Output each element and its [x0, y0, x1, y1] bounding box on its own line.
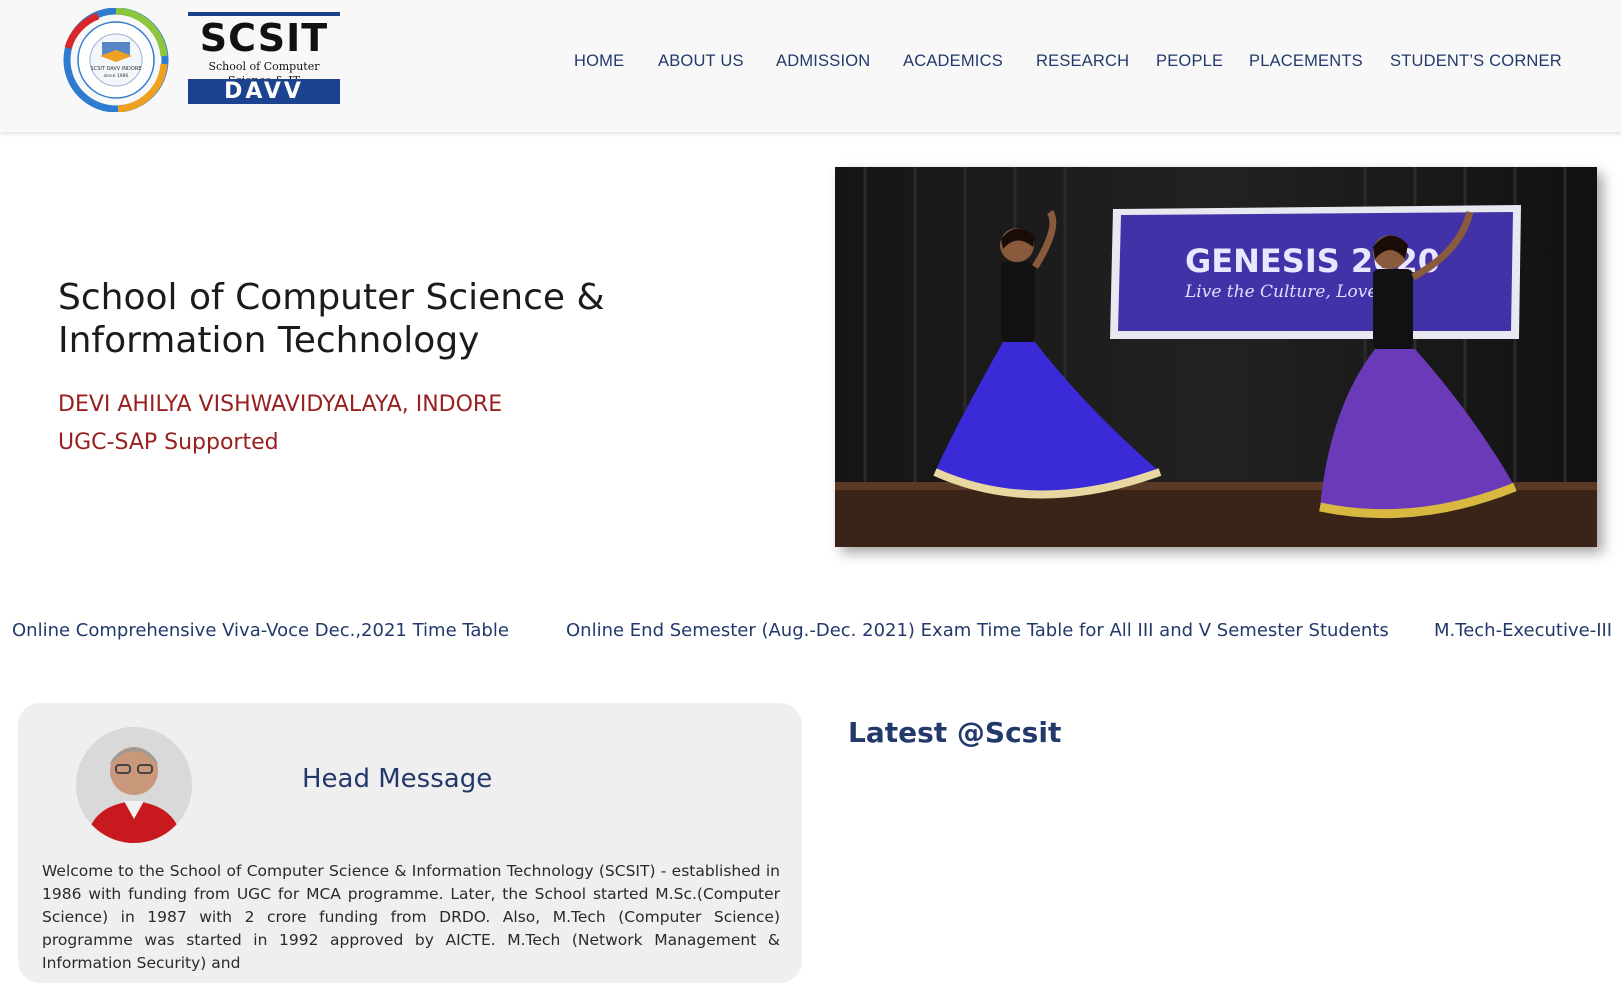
nav-academics[interactable]: ACADEMICS	[903, 52, 1003, 71]
hero-slideshow-photo: GENESIS 2020 Live the Culture, Love...	[835, 167, 1597, 547]
logo-davv-badge: DAVV	[188, 79, 340, 104]
nav-people[interactable]: PEOPLE	[1156, 52, 1223, 71]
hero-university: DEVI AHILYA VISHWAVIDYALAYA, INDORE	[58, 392, 503, 417]
head-message-text: Welcome to the School of Computer Scienc…	[42, 862, 780, 972]
nav-students-corner[interactable]: STUDENT’S CORNER	[1390, 52, 1562, 71]
scsit-wordmark-logo[interactable]: SCSIT School of Computer Science & IT DA…	[188, 12, 340, 104]
nav-admission[interactable]: ADMISSION	[776, 52, 870, 71]
site-header: SCSIT DAVV INDORE since 1986 SCSIT Schoo…	[0, 0, 1622, 132]
svg-text:since 1986: since 1986	[104, 73, 129, 79]
banner-tagline-text: Live the Culture, Love...	[1184, 282, 1394, 302]
latest-scsit-title: Latest @Scsit	[848, 716, 1062, 749]
svg-text:SCSIT DAVV INDORE: SCSIT DAVV INDORE	[91, 66, 142, 72]
ticker-item-viva-voce[interactable]: Online Comprehensive Viva-Voce Dec.,2021…	[12, 620, 509, 641]
circle-logo-graphic: SCSIT DAVV INDORE since 1986	[63, 7, 169, 113]
stage-dance-photo: GENESIS 2020 Live the Culture, Love...	[835, 167, 1597, 547]
head-portrait	[76, 727, 192, 843]
head-message-title: Head Message	[302, 764, 493, 794]
nav-about-us[interactable]: ABOUT US	[658, 52, 744, 71]
nav-placements[interactable]: PLACEMENTS	[1249, 52, 1363, 71]
ticker-item-end-semester[interactable]: Online End Semester (Aug.-Dec. 2021) Exa…	[566, 620, 1389, 641]
nav-research[interactable]: RESEARCH	[1036, 52, 1129, 71]
ticker-item-mtech-executive[interactable]: M.Tech-Executive-III	[1434, 620, 1612, 641]
scsit-circle-logo[interactable]: SCSIT DAVV INDORE since 1986	[58, 7, 178, 113]
nav-home[interactable]: HOME	[574, 52, 624, 71]
logo-wordmark: SCSIT	[199, 16, 329, 60]
hero-title: School of Computer Science & Information…	[58, 277, 605, 361]
hero-ugc-sap: UGC-SAP Supported	[58, 430, 279, 455]
head-avatar	[76, 727, 192, 843]
